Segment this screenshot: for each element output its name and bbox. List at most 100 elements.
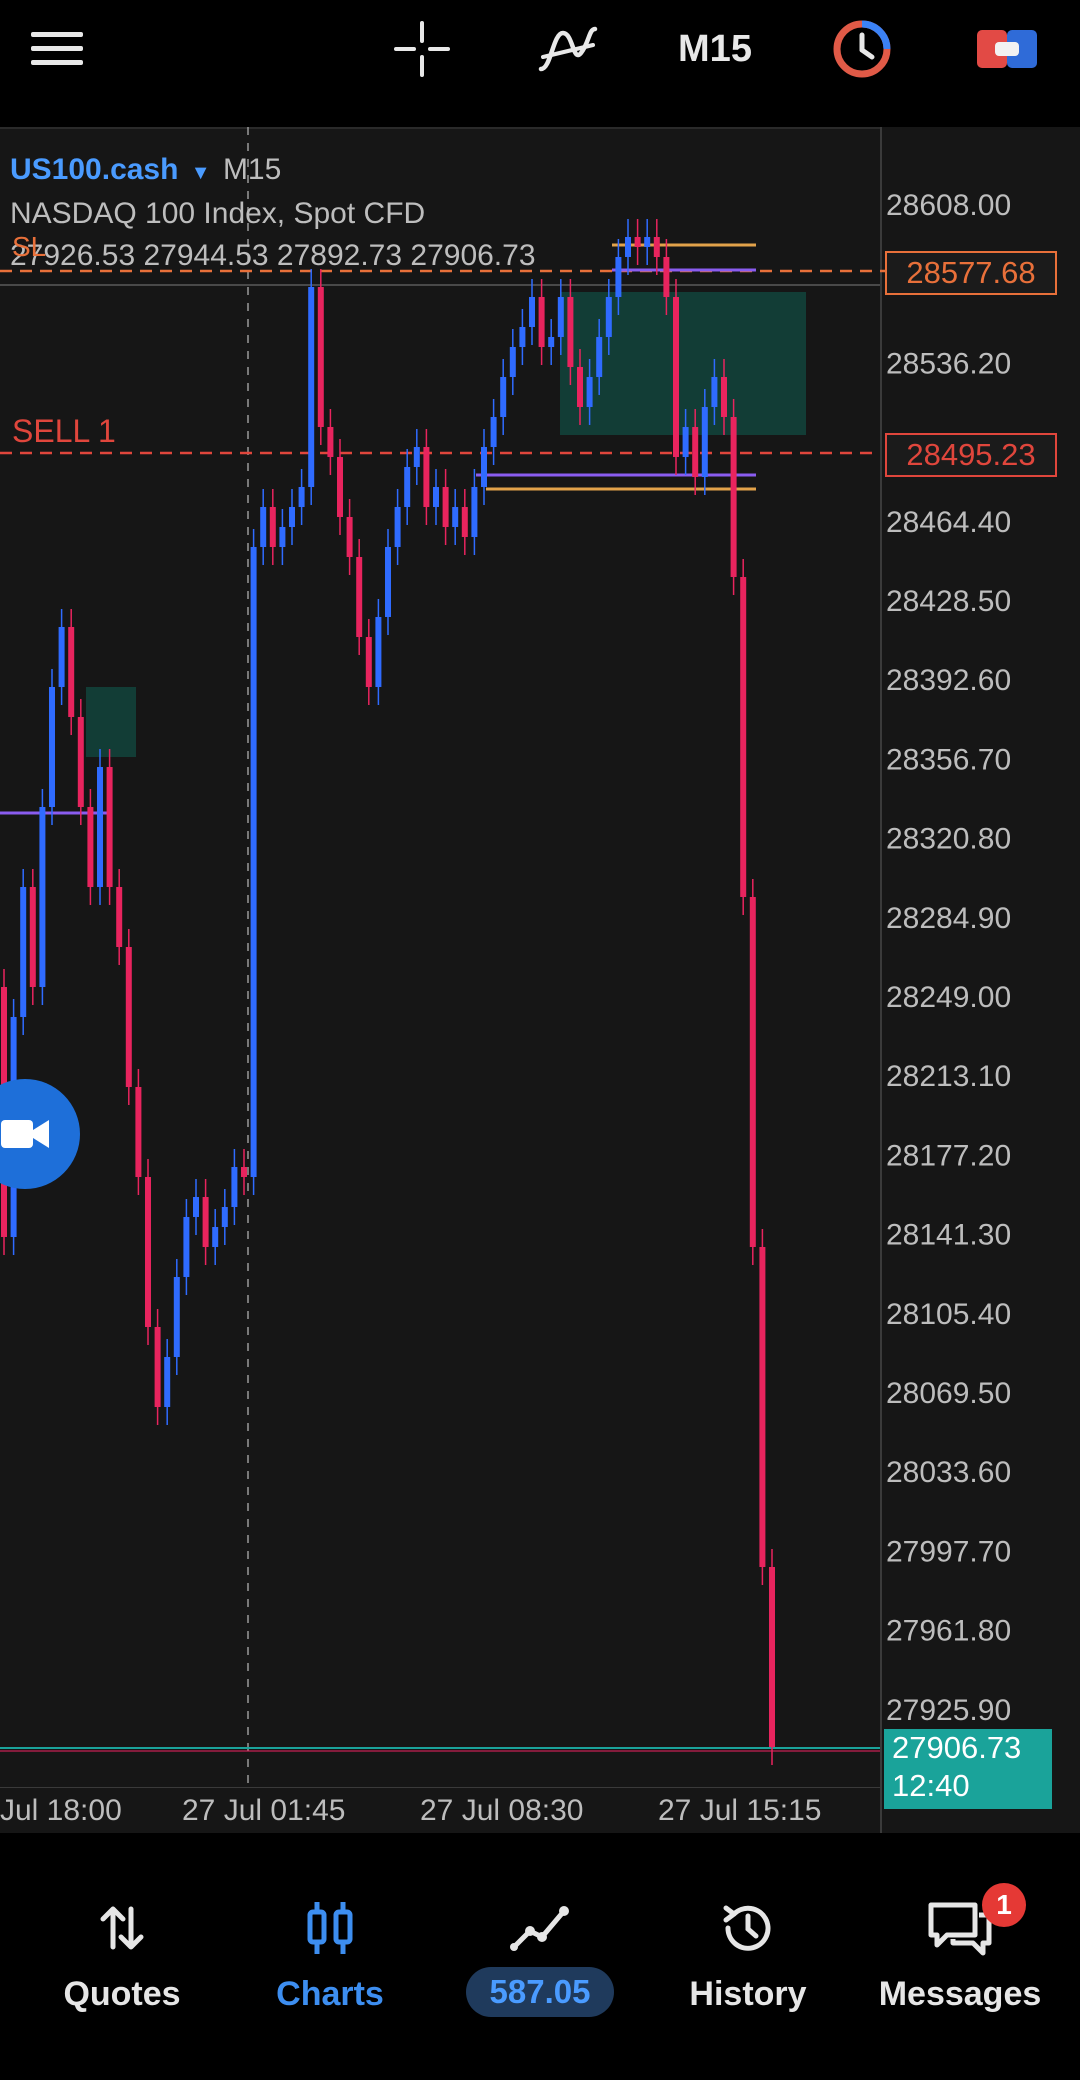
top-toolbar: M15 [0, 0, 1080, 127]
y-axis-tick-label: 28213.10 [886, 1060, 1011, 1093]
timeframe-label: M15 [678, 27, 752, 70]
candle-body [202, 1197, 209, 1247]
bar-countdown: 12:40 [892, 1768, 970, 1803]
candle-body [183, 1217, 190, 1277]
candle-body [241, 1167, 247, 1177]
candle-body [308, 287, 315, 487]
candle-body [231, 1167, 238, 1207]
trade-line-icon [440, 1893, 640, 1963]
chart-canvas[interactable]: 28608.00 28536.20 28464.40 28428.50 28392.60… [0, 127, 1080, 1833]
candle-body [509, 347, 516, 377]
chart-symbol-header[interactable]: US100.cash ▼ M15 [10, 153, 281, 187]
candle-body [615, 257, 622, 297]
candle-body [548, 337, 555, 347]
nav-messages[interactable]: Messages 1 [860, 1883, 1060, 2043]
nav-history-label: History [689, 1975, 807, 2013]
nav-trade[interactable]: 587.05 [440, 1893, 640, 2043]
candle-body [605, 297, 612, 337]
candle-body [557, 297, 564, 337]
candle-body [596, 337, 603, 377]
candle-body [442, 487, 449, 527]
timeframe-selector[interactable]: M15 [670, 14, 760, 84]
nav-charts[interactable]: Charts [230, 1893, 430, 2043]
candle-body [759, 1247, 766, 1567]
candle-body [692, 427, 699, 477]
candle-body [68, 627, 75, 717]
up-down-arrows-icon [22, 1893, 222, 1963]
hamburger-icon[interactable] [26, 14, 88, 84]
candle-body [413, 447, 420, 467]
candle-body [116, 887, 123, 947]
nav-history[interactable]: History [648, 1893, 848, 2043]
candle-body [49, 687, 55, 807]
candle-body [212, 1227, 219, 1247]
symbol-label[interactable]: US100.cash [10, 153, 178, 186]
candle-body [711, 377, 718, 407]
candle-body [39, 807, 46, 987]
y-axis-tick-label: 28069.50 [886, 1377, 1011, 1410]
ohlc-readout: 27926.53 27944.53 27892.73 27906.73 [10, 239, 536, 272]
candle-body [346, 517, 353, 557]
candle-body [730, 417, 737, 577]
candle-body [20, 887, 27, 1017]
symbol-dropdown-icon[interactable]: ▼ [191, 162, 211, 184]
candle-body [97, 767, 103, 887]
demand-zone [86, 687, 136, 757]
price-chart[interactable]: 28608.00 28536.20 28464.40 28428.50 28392.60… [0, 127, 1080, 1833]
nav-charts-label: Charts [276, 1975, 384, 2013]
one-click-trade-icon[interactable] [976, 14, 1038, 84]
y-axis-tick-label: 28249.00 [886, 981, 1011, 1014]
sell-price-tag[interactable]: 28495.23 [885, 433, 1057, 477]
y-axis-tick-label: 28033.60 [886, 1456, 1011, 1489]
history-clock-icon [648, 1893, 848, 1963]
candle-body [538, 297, 545, 347]
candle-body [356, 557, 363, 637]
nav-messages-label: Messages [878, 1975, 1042, 2013]
candle-body [452, 507, 459, 527]
candle-body [125, 947, 132, 1087]
crosshair-icon[interactable] [392, 14, 452, 84]
clock-icon[interactable] [830, 14, 894, 84]
candle-body [769, 1567, 775, 1747]
candle-body [135, 1087, 142, 1177]
candle-body [500, 377, 507, 417]
candle-body [404, 467, 411, 507]
sl-price-tag[interactable]: 28577.68 [885, 251, 1057, 295]
candle-body [29, 887, 36, 987]
last-price-value: 27906.73 [892, 1730, 1022, 1765]
candle-body [701, 407, 708, 477]
x-axis-tick-label: 27 Jul 08:30 [420, 1794, 583, 1827]
nav-quotes-label: Quotes [63, 1975, 181, 2013]
indicators-icon[interactable] [536, 14, 600, 84]
y-axis-tick-label: 28392.60 [886, 664, 1011, 697]
candle-body [221, 1207, 228, 1227]
candle-body [749, 897, 756, 1247]
y-axis-tick-label: 27997.70 [886, 1535, 1011, 1568]
y-axis-tick-label: 28428.50 [886, 585, 1011, 618]
equity-value: 587.05 [465, 1967, 615, 2017]
candle-body [337, 457, 343, 517]
candle-body [106, 767, 113, 887]
candle-body [164, 1357, 171, 1407]
sell-order-label: SELL 1 [12, 413, 116, 449]
nav-quotes[interactable]: Quotes [22, 1893, 222, 2043]
candle-body [673, 297, 679, 457]
candle-body [298, 487, 305, 507]
y-axis-tick-label: 28464.40 [886, 506, 1011, 539]
y-axis-tick-label: 27925.90 [886, 1694, 1011, 1727]
candle-body [634, 237, 641, 247]
candle-body [317, 287, 324, 427]
candle-body [461, 507, 468, 537]
y-axis-tick-label: 28320.80 [886, 823, 1011, 856]
y-axis-tick-label: 28105.40 [886, 1298, 1011, 1331]
candle-body [365, 637, 372, 687]
candle-body [433, 487, 439, 507]
candle-body [721, 377, 727, 417]
candle-body [663, 257, 670, 297]
candle-body [279, 527, 286, 547]
candle-body [740, 577, 747, 897]
messages-badge: 1 [982, 1883, 1026, 1927]
candle-body [58, 627, 65, 687]
instrument-description: NASDAQ 100 Index, Spot CFD [10, 197, 426, 230]
candle-body [173, 1277, 180, 1357]
